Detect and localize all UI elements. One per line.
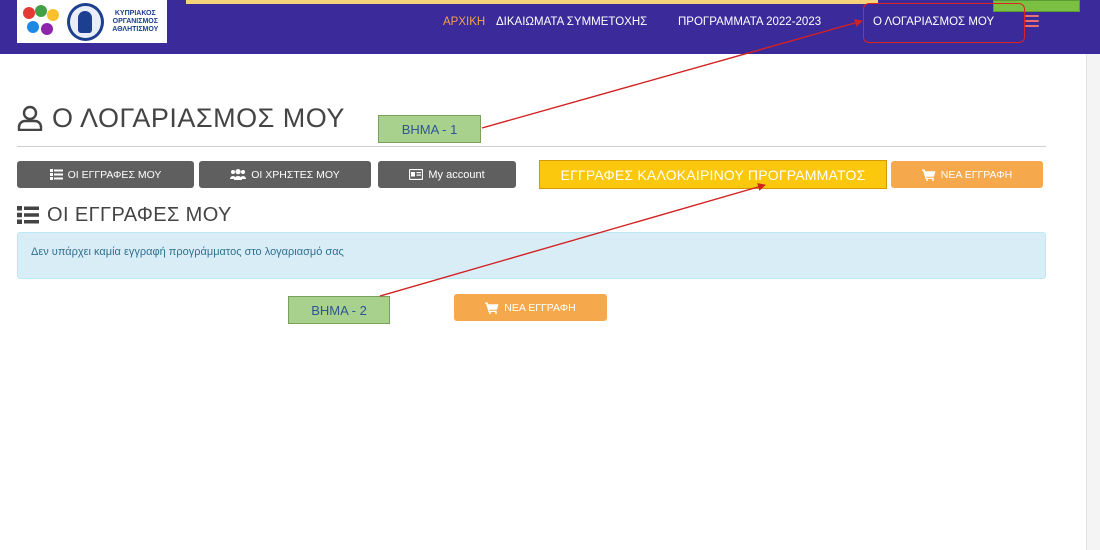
my-account-button[interactable]: My account: [378, 161, 516, 188]
list-icon: [17, 206, 39, 224]
list-icon: [49, 169, 63, 180]
step-1-label: ΒΗΜΑ - 1: [378, 115, 481, 143]
my-users-button[interactable]: ΟΙ ΧΡΗΣΤΕΣ ΜΟΥ: [199, 161, 371, 188]
children-logo-icon: [21, 3, 63, 41]
my-account-label: My account: [428, 168, 485, 181]
summer-program-registrations-label: ΕΓΓΡΑΦΕΣ ΚΑΛΟΚΑΙΡΙΝΟΥ ΠΡΟΓΡΑΜΜΑΤΟΣ: [539, 160, 887, 189]
logo-text: ΚΥΠΡΙΑΚΟΣ ΟΡΓΑΝΙΣΜΟΣ ΑΘΛΗΤΙΣΜΟΥ: [112, 9, 159, 33]
nav-participation-rights[interactable]: ΔΙΚΑΙΩΜΑΤΑ ΣΥΜΜΕΤΟΧΗΣ: [496, 14, 647, 30]
alert-text: Δεν υπάρχει καμία εγγραφή προγράμματος σ…: [31, 246, 344, 258]
id-card-icon: [409, 169, 424, 180]
account-highlight-box: [863, 3, 1025, 43]
user-icon: [17, 105, 43, 131]
page-title-text: Ο ΛΟΓΑΡΙΑΣΜΟΣ ΜΟΥ: [52, 102, 345, 133]
top-banner-strip: [186, 0, 878, 4]
site-header: ΚΥΠΡΙΑΚΟΣ ΟΡΓΑΝΙΣΜΟΣ ΑΘΛΗΤΙΣΜΟΥ ΑΡΧΙΚΗ Δ…: [0, 0, 1100, 54]
no-registrations-alert: Δεν υπάρχει καμία εγγραφή προγράμματος σ…: [17, 232, 1046, 279]
nav-home[interactable]: ΑΡΧΙΚΗ: [443, 14, 485, 30]
page-title: Ο ΛΟΓΑΡΙΑΣΜΟΣ ΜΟΥ: [17, 101, 345, 135]
new-registration-button[interactable]: ΝΕΑ ΕΓΓΡΑΦΗ: [454, 294, 607, 321]
scrollbar-track[interactable]: [1086, 54, 1100, 550]
koa-emblem-icon: [67, 2, 104, 41]
new-registration-label: ΝΕΑ ΕΓΓΡΑΦΗ: [504, 301, 576, 314]
my-registrations-button[interactable]: ΟΙ ΕΓΓΡΑΦΕΣ ΜΟΥ: [17, 161, 194, 188]
title-divider: [17, 146, 1046, 147]
nav-programs[interactable]: ΠΡΟΓΡΑΜΜΑΤΑ 2022-2023: [678, 14, 821, 30]
hamburger-menu-icon[interactable]: [1025, 15, 1039, 27]
new-registration-tab-button[interactable]: ΝΕΑ ΕΓΓΡΑΦΗ: [891, 161, 1043, 188]
section-title: ΟΙ ΕΓΓΡΑΦΕΣ ΜΟΥ: [17, 203, 232, 227]
site-logo[interactable]: ΚΥΠΡΙΑΚΟΣ ΟΡΓΑΝΙΣΜΟΣ ΑΘΛΗΤΙΣΜΟΥ: [17, 0, 167, 43]
section-title-text: ΟΙ ΕΓΓΡΑΦΕΣ ΜΟΥ: [47, 203, 232, 226]
my-users-label: ΟΙ ΧΡΗΣΤΕΣ ΜΟΥ: [251, 168, 340, 181]
users-icon: [230, 169, 247, 180]
cart-icon: [485, 302, 499, 314]
new-registration-tab-label: ΝΕΑ ΕΓΓΡΑΦΗ: [940, 168, 1013, 181]
cart-icon: [921, 169, 936, 181]
my-registrations-label: ΟΙ ΕΓΓΡΑΦΕΣ ΜΟΥ: [67, 168, 162, 181]
step-2-label: ΒΗΜΑ - 2: [288, 296, 390, 324]
